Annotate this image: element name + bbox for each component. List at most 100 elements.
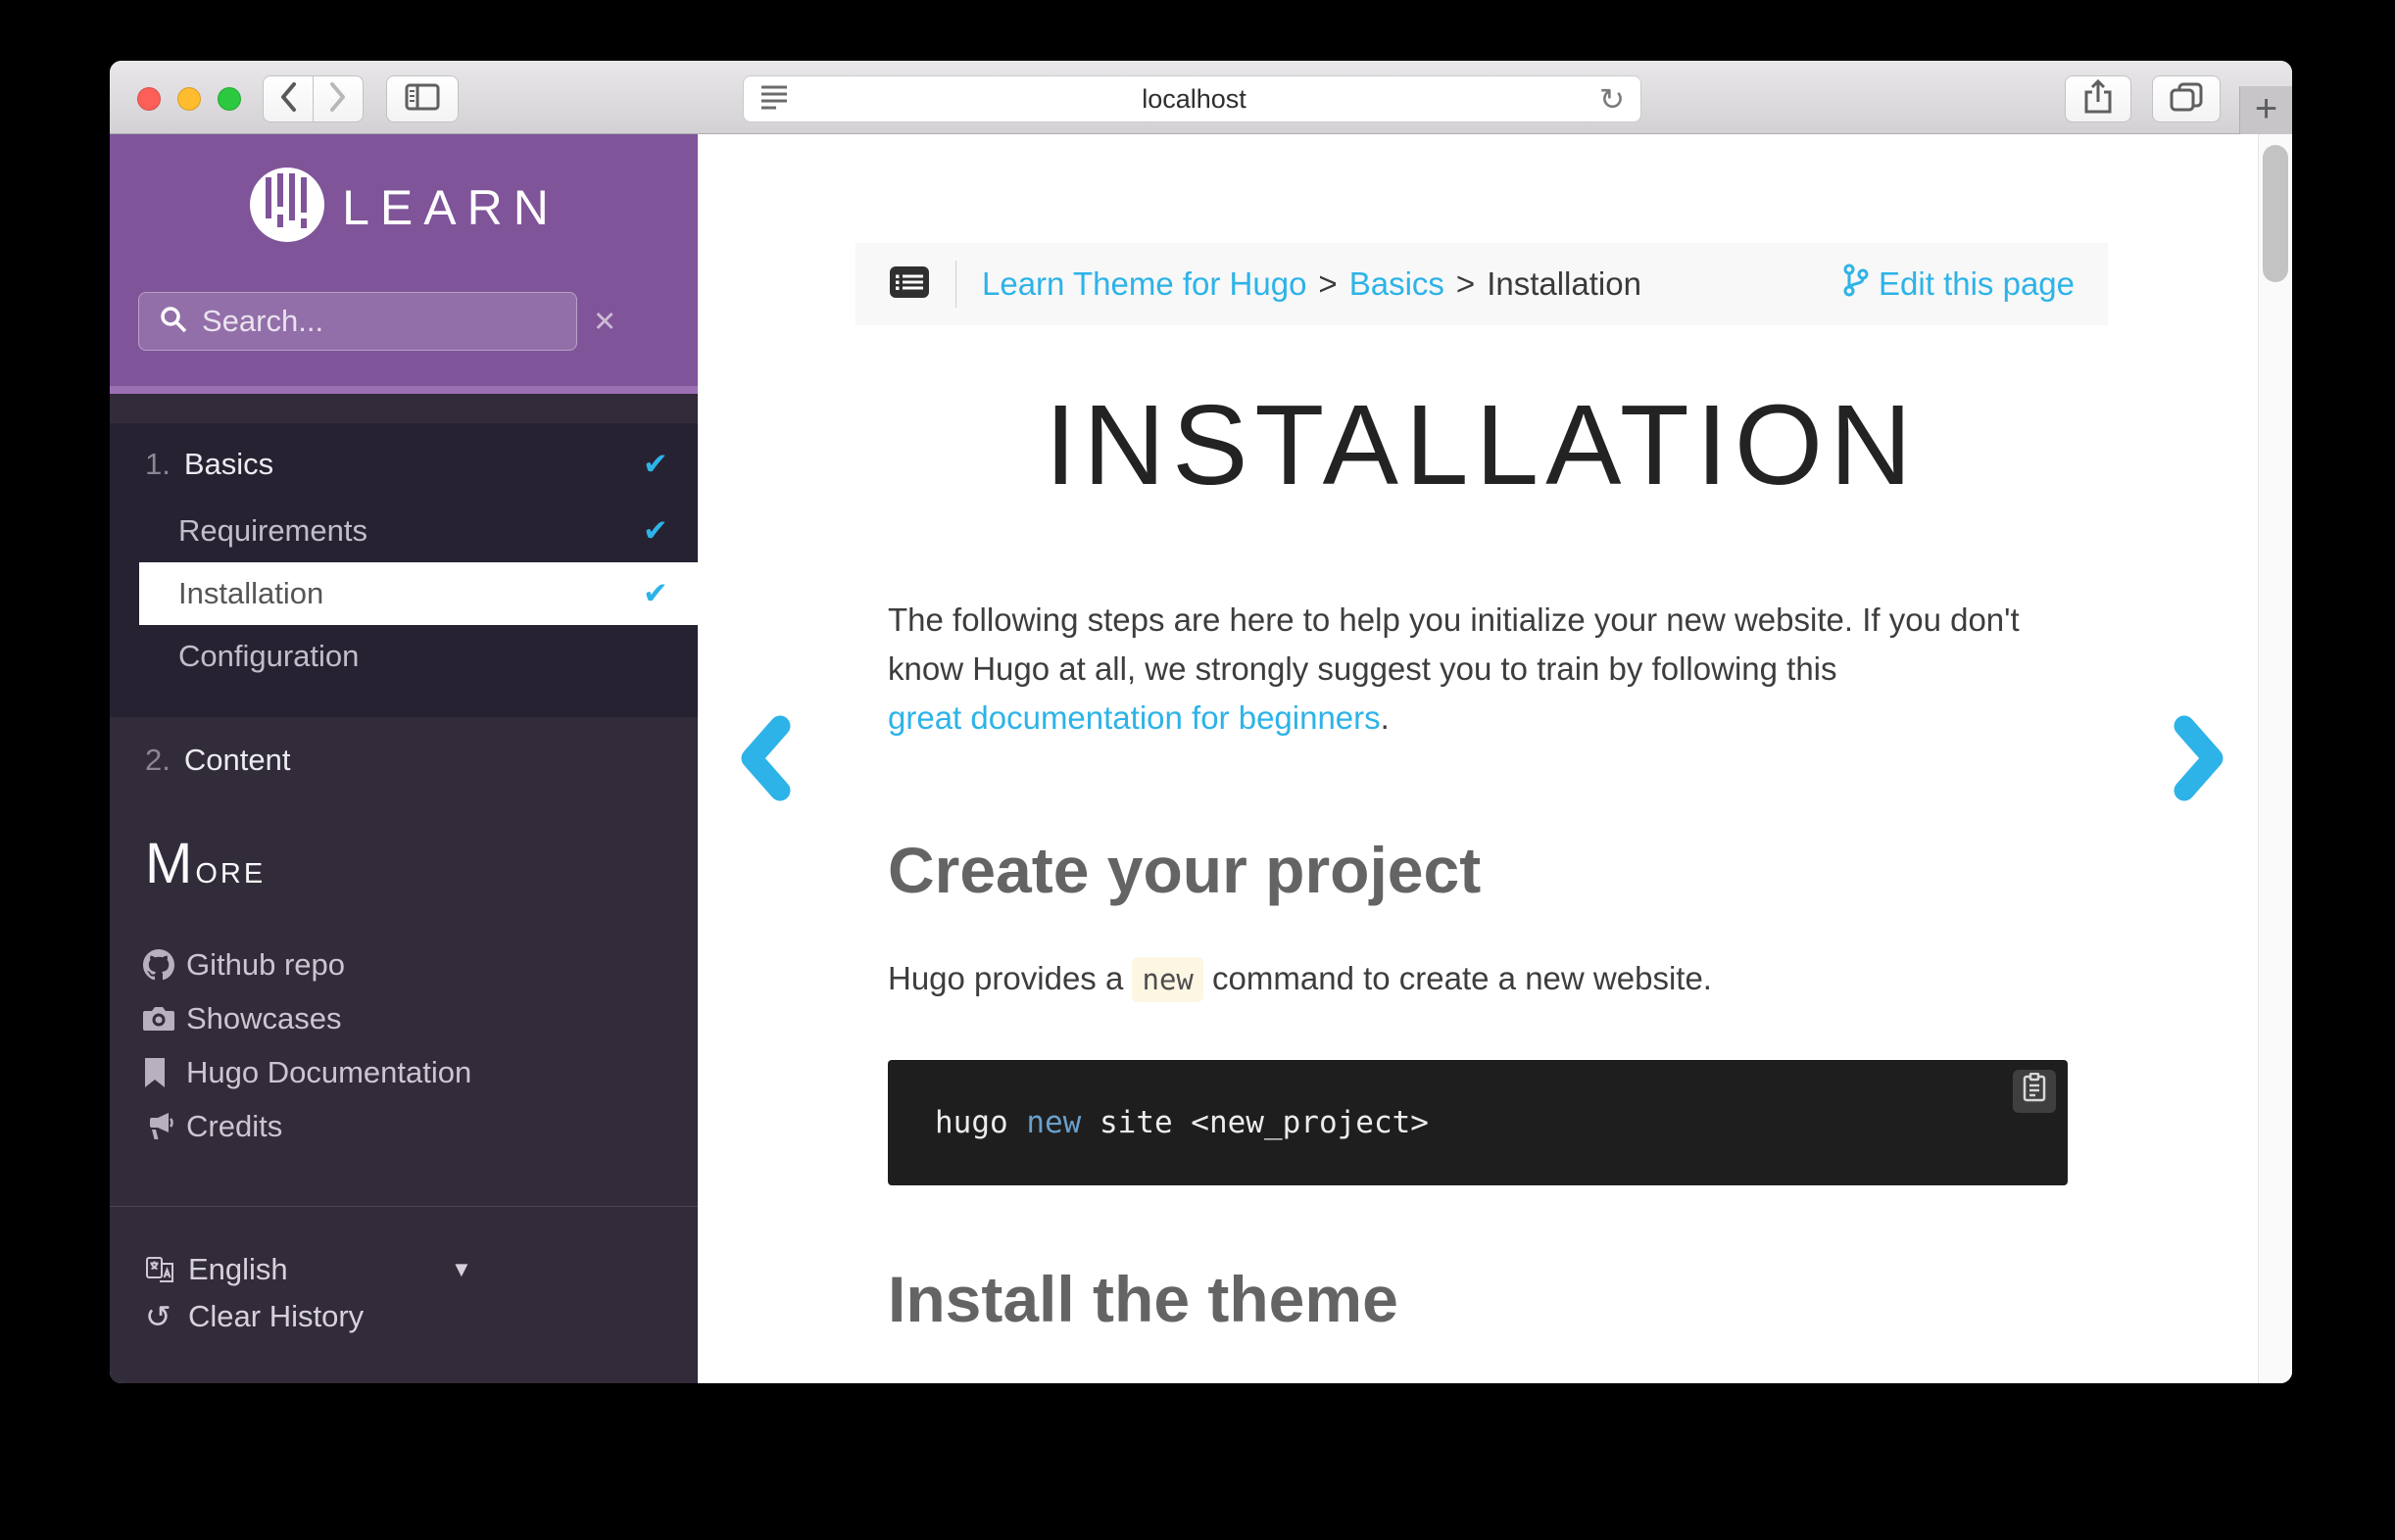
language-selector[interactable]: English ▼ xyxy=(110,1246,698,1293)
copy-button[interactable] xyxy=(2013,1070,2056,1113)
zoom-button[interactable] xyxy=(218,87,241,111)
page-label: Configuration xyxy=(178,639,359,674)
sidebar-item-showcases[interactable]: Showcases xyxy=(110,991,698,1045)
prev-page-arrow[interactable] xyxy=(740,715,791,806)
scrollbar-thumb[interactable] xyxy=(2263,145,2288,282)
address-bar[interactable]: localhost ↻ xyxy=(743,75,1641,122)
topic-number: 1. xyxy=(145,447,171,482)
inline-code: new xyxy=(1132,957,1202,1002)
breadcrumb-link-home[interactable]: Learn Theme for Hugo xyxy=(982,265,1306,303)
browser-toolbar: localhost ↻ + xyxy=(110,61,2292,134)
sidebar-header: LEARN ✕ xyxy=(110,134,698,386)
clear-history-button[interactable]: ↺ Clear History xyxy=(110,1293,698,1340)
reload-icon[interactable]: ↻ xyxy=(1599,84,1625,115)
sidebar-item-configuration[interactable]: Configuration xyxy=(110,625,698,688)
check-icon: ✔ xyxy=(643,576,668,611)
chevron-right-icon xyxy=(328,81,348,118)
page-title: INSTALLATION xyxy=(855,388,2108,502)
section-heading-create: Create your project xyxy=(855,835,2108,905)
sidebar-item-basics[interactable]: 1. Basics ✔ xyxy=(110,429,698,500)
content-column: Learn Theme for Hugo > Basics > Installa… xyxy=(855,243,2108,1334)
sidebar-item-hugo-documentation[interactable]: Hugo Documentation xyxy=(110,1045,698,1099)
clear-search-icon[interactable]: ✕ xyxy=(593,305,616,339)
intro-period: . xyxy=(1381,699,1390,736)
language-label: English xyxy=(188,1252,288,1287)
plus-icon: + xyxy=(2255,89,2277,128)
sidebar-item-github-repo[interactable]: Github repo xyxy=(110,938,698,991)
main-content: Learn Theme for Hugo > Basics > Installa… xyxy=(698,134,2292,1383)
check-icon: ✔ xyxy=(643,513,668,549)
breadcrumb-separator: > xyxy=(1456,265,1475,303)
breadcrumb-divider xyxy=(955,261,956,308)
clear-history-label: Clear History xyxy=(188,1299,364,1334)
traffic-lights xyxy=(137,87,241,111)
github-icon xyxy=(143,949,186,981)
site-logo[interactable]: LEARN xyxy=(110,134,698,249)
browser-window: localhost ↻ + xyxy=(110,61,2292,1383)
tabs-overview-button[interactable] xyxy=(2152,75,2221,122)
desktop-background: localhost ↻ + xyxy=(0,0,2395,1540)
search-input[interactable] xyxy=(202,304,593,339)
back-button[interactable] xyxy=(263,75,314,122)
language-icon xyxy=(145,1255,188,1284)
intro-line-2: know Hugo at all, we strongly suggest yo… xyxy=(888,650,1837,687)
next-page-arrow[interactable] xyxy=(2174,715,2224,806)
more-links: Github repo Showcases Hugo Documentation xyxy=(110,938,698,1153)
edit-label: Edit this page xyxy=(1879,265,2075,303)
link-label: Github repo xyxy=(186,947,345,983)
breadcrumb-separator: > xyxy=(1318,265,1337,303)
page-label: Requirements xyxy=(178,513,367,549)
code-block: hugo new site <new_project> xyxy=(888,1060,2068,1185)
minimize-button[interactable] xyxy=(177,87,201,111)
chevron-left-icon xyxy=(278,81,298,118)
topic-label: Content xyxy=(184,743,291,778)
link-label: Credits xyxy=(186,1109,282,1144)
intro-line-1: The following steps are here to help you… xyxy=(888,602,2020,638)
link-label: Showcases xyxy=(186,1001,342,1036)
history-nav-group xyxy=(263,75,364,122)
bookmark-icon xyxy=(143,1058,186,1087)
more-heading: More xyxy=(110,835,698,898)
sidebar-item-requirements[interactable]: Requirements ✔ xyxy=(110,500,698,562)
share-button[interactable] xyxy=(2065,75,2131,122)
brand-text: LEARN xyxy=(342,179,560,236)
breadcrumb-current-page: Installation xyxy=(1487,265,1641,303)
share-icon xyxy=(2083,79,2113,120)
forward-button[interactable] xyxy=(313,75,364,122)
check-icon: ✔ xyxy=(643,447,668,482)
section-heading-install: Install the theme xyxy=(855,1264,2108,1334)
megaphone-icon xyxy=(143,1111,186,1142)
app-body: LEARN ✕ 1. Basics ✔ xyxy=(110,134,2292,1383)
breadcrumb: Learn Theme for Hugo > Basics > Installa… xyxy=(855,243,2108,325)
provide-paragraph: Hugo provides a new command to create a … xyxy=(855,960,2108,997)
code-keyword: new xyxy=(1026,1105,1081,1140)
scrollbar-track xyxy=(2258,134,2292,1383)
sidebar: LEARN ✕ 1. Basics ✔ xyxy=(110,134,698,1383)
sidebar-item-credits[interactable]: Credits xyxy=(110,1099,698,1153)
url-text: localhost xyxy=(789,84,1599,115)
accent-strip xyxy=(110,386,698,394)
text-before-code: Hugo provides a xyxy=(888,960,1132,996)
intro-paragraph: The following steps are here to help you… xyxy=(855,596,2108,743)
caret-down-icon: ▼ xyxy=(451,1257,472,1282)
clipboard-icon xyxy=(2022,1073,2047,1110)
text-after-code: command to create a new website. xyxy=(1203,960,1712,996)
camera-icon xyxy=(143,1005,186,1033)
sidebar-footer: English ▼ ↺ Clear History xyxy=(110,1206,698,1383)
sidebar-item-content[interactable]: 2. Content xyxy=(110,725,698,795)
new-tab-button[interactable]: + xyxy=(2239,86,2292,134)
close-button[interactable] xyxy=(137,87,161,111)
sidebar-item-installation[interactable]: Installation ✔ xyxy=(139,562,698,625)
search-box: ✕ xyxy=(138,292,577,351)
topic-label: Basics xyxy=(184,447,273,482)
sidebar-panel-icon xyxy=(405,83,440,116)
sidebar-toggle-button[interactable] xyxy=(386,75,459,122)
search-icon xyxy=(159,305,188,339)
doc-link[interactable]: great documentation for beginners xyxy=(888,699,1381,736)
edit-this-page-link[interactable]: Edit this page xyxy=(1843,264,2075,305)
list-icon xyxy=(889,265,930,304)
history-icon: ↺ xyxy=(145,1298,188,1335)
breadcrumb-link-basics[interactable]: Basics xyxy=(1349,265,1444,303)
reader-icon[interactable] xyxy=(759,83,789,115)
code-text: hugo new site <new_project> xyxy=(935,1105,1429,1140)
